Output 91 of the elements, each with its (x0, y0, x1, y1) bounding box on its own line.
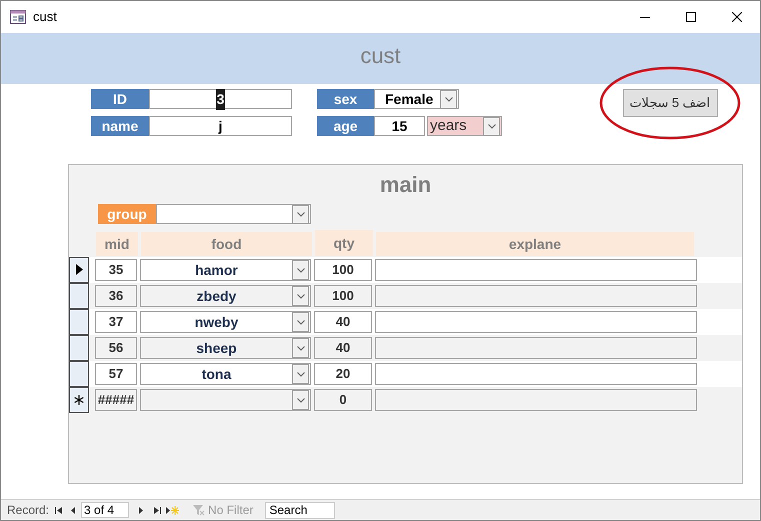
sex-combo[interactable]: Female (374, 89, 459, 109)
dropdown-button[interactable] (292, 286, 309, 306)
explane-cell[interactable] (375, 285, 697, 307)
explane-cell[interactable] (375, 389, 697, 411)
qty-cell[interactable]: 40 (314, 337, 372, 359)
column-header: qty (315, 230, 373, 256)
dropdown-button[interactable] (292, 260, 309, 280)
qty-cell[interactable]: 20 (314, 363, 372, 385)
field-label: sex (317, 89, 374, 109)
last-record-icon[interactable] (154, 506, 162, 514)
mid-cell[interactable]: 56 (95, 337, 137, 359)
mid-cell[interactable]: 57 (95, 363, 137, 385)
mid-cell[interactable]: 37 (95, 311, 137, 333)
caret-icon (296, 320, 304, 324)
previous-record-icon[interactable] (71, 506, 76, 514)
add-records-button[interactable]: اضف 5 سجلات (622, 89, 718, 117)
food-combo[interactable]: hamor (140, 259, 311, 281)
caret-icon (488, 124, 496, 128)
form-icon (10, 10, 26, 24)
qty-cell[interactable]: 100 (314, 259, 372, 281)
form-title: cust (360, 42, 401, 70)
explane-cell[interactable] (375, 311, 697, 333)
mid-cell[interactable]: ##### (95, 389, 137, 411)
food-combo[interactable]: sheep (140, 337, 311, 359)
dropdown-button[interactable] (292, 338, 309, 358)
explane-cell[interactable] (375, 259, 697, 281)
combo-value: years (430, 116, 467, 136)
combo-value: tona (200, 364, 232, 384)
combo-value: hamor (194, 260, 239, 280)
combo-value: zbedy (196, 286, 238, 306)
group-label: group (98, 204, 156, 224)
text-field[interactable]: 3 (149, 89, 292, 109)
combo-value: Female (385, 90, 434, 108)
combo-value: sheep (195, 338, 238, 358)
first-record-icon[interactable] (55, 506, 62, 514)
record-selector[interactable] (69, 256, 89, 282)
qty-cell[interactable]: 100 (314, 285, 372, 307)
qty-cell[interactable]: 40 (314, 311, 372, 333)
column-header: food (141, 232, 312, 256)
mid-cell[interactable]: 36 (95, 285, 137, 307)
record-selector[interactable] (69, 308, 89, 334)
dropdown-button[interactable] (292, 312, 309, 332)
group-combo[interactable] (156, 204, 311, 224)
caret-icon (444, 96, 452, 102)
column-header: explane (376, 232, 694, 256)
field-label: age (317, 116, 374, 136)
mid-cell[interactable]: 35 (95, 259, 137, 281)
record-selector[interactable] (69, 282, 89, 308)
filter-icon (193, 504, 206, 516)
maximize-icon (686, 12, 696, 22)
field-label: name (91, 116, 149, 136)
search-field[interactable]: Search (265, 502, 336, 518)
caret-icon (296, 212, 304, 216)
record-selector[interactable] (69, 360, 89, 386)
dropdown-button[interactable] (292, 364, 309, 384)
record-label: Record: (7, 502, 50, 519)
food-combo[interactable]: nweby (140, 311, 311, 333)
record-position-field[interactable]: 3 of 4 (81, 502, 130, 518)
current-record-icon (76, 264, 82, 275)
column-header: mid (96, 232, 138, 256)
dropdown-button[interactable] (483, 116, 500, 136)
subform-title: main (380, 171, 432, 199)
caret-icon (296, 398, 304, 402)
explane-cell[interactable] (375, 337, 697, 359)
dropdown-button[interactable] (440, 90, 457, 108)
record-selector[interactable] (69, 334, 89, 360)
dropdown-button[interactable] (292, 204, 309, 224)
caret-icon (296, 346, 304, 350)
field-value: 3 (216, 88, 226, 110)
field-value: j (218, 116, 222, 136)
unit-combo[interactable]: years (427, 116, 502, 136)
caret-icon (296, 294, 304, 298)
window-title: cust (33, 8, 57, 26)
text-field[interactable]: j (149, 116, 292, 136)
new-record-icon[interactable] (166, 506, 180, 514)
caret-icon (296, 268, 304, 272)
caret-icon (296, 372, 304, 376)
record-selector[interactable] (69, 386, 89, 412)
dropdown-button[interactable] (292, 390, 309, 410)
food-combo[interactable]: tona (140, 363, 311, 385)
food-combo[interactable]: zbedy (140, 285, 311, 307)
age-field[interactable]: 15 (374, 116, 425, 136)
field-label: ID (91, 89, 149, 109)
explane-cell[interactable] (375, 363, 697, 385)
minimize-icon (640, 16, 650, 18)
next-record-icon[interactable] (139, 506, 144, 514)
food-combo[interactable] (140, 389, 311, 411)
combo-value: nweby (194, 312, 240, 332)
asterisk-icon (74, 394, 84, 404)
close-icon (732, 12, 742, 22)
qty-cell[interactable]: 0 (314, 389, 372, 411)
